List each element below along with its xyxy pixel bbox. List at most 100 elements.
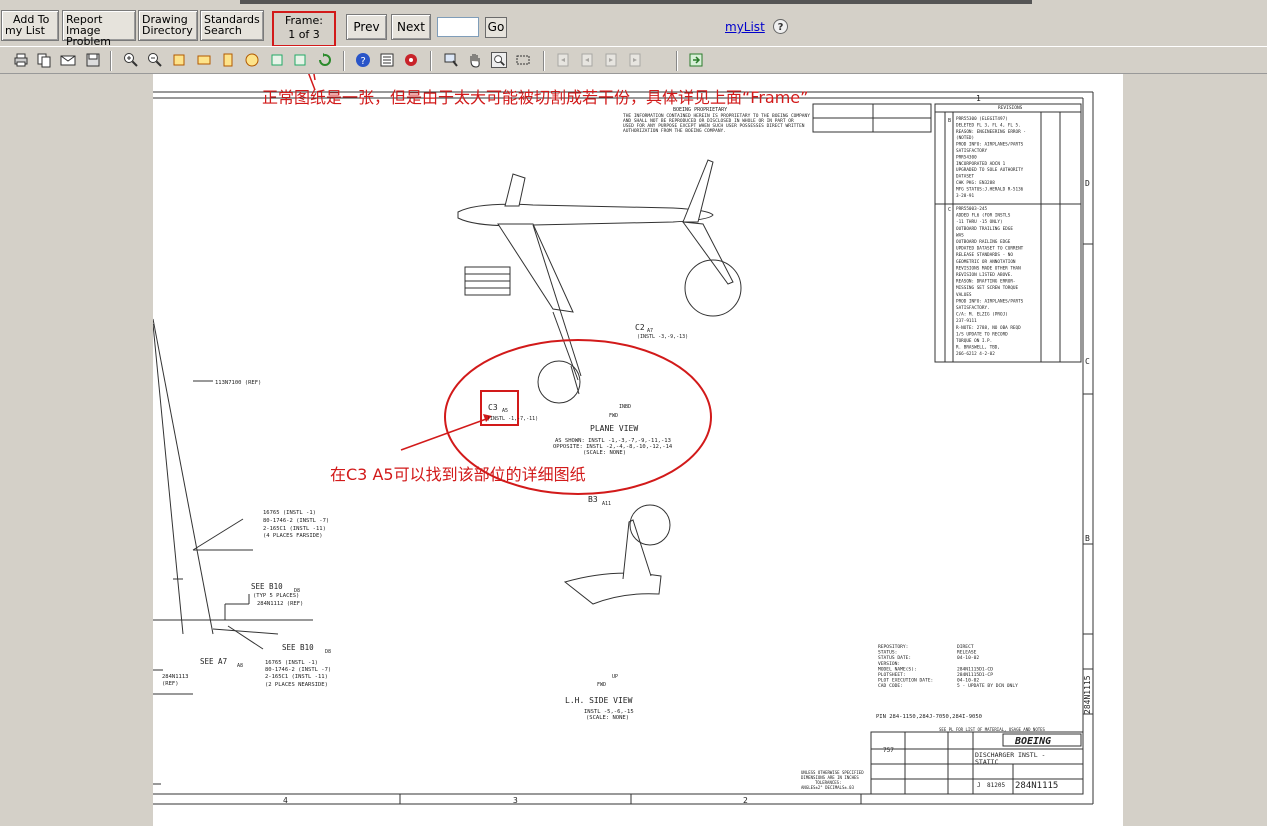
- mylist-link[interactable]: myList: [725, 20, 765, 34]
- see-a7: SEE A7: [200, 657, 227, 666]
- info-icon[interactable]: ?: [355, 52, 371, 68]
- revision-b-line: PRR54300: [956, 154, 977, 160]
- last-page-icon[interactable]: [627, 52, 643, 68]
- standards-search-button[interactable]: Standards Search: [200, 10, 264, 41]
- revision-c-line: C/A: M. ELZIG (PROJ): [956, 312, 1008, 318]
- report-image-line1: Report Image: [66, 13, 103, 37]
- zoom-window-icon[interactable]: [443, 52, 459, 68]
- zone-label: D: [1085, 179, 1090, 188]
- ref-113: 113N7100 (REF): [215, 380, 261, 386]
- next-button[interactable]: Next: [391, 14, 431, 40]
- revision-c-line: ADDED FL6 (FOR INSTLS: [956, 213, 1011, 219]
- rotate-left-icon[interactable]: [269, 52, 285, 68]
- repository-label: REPOSITORY:: [878, 644, 908, 650]
- repository-label: VERSION:: [878, 661, 900, 667]
- drawing-title: STATIC: [975, 758, 999, 766]
- revision-c-line: RELEASE STANDARDS - NO: [956, 252, 1013, 258]
- ref-284: 284N1112 (REF): [257, 601, 303, 607]
- revision-b-line: PRR55300 (ELEGIT497): [956, 116, 1008, 122]
- see-b10-2: SEE B10: [282, 643, 314, 652]
- cage-code: 81205: [987, 782, 1005, 789]
- copy-icon[interactable]: [36, 52, 52, 68]
- fit-width-icon[interactable]: [196, 52, 212, 68]
- frame-label: Frame:: [285, 14, 323, 27]
- zoom-select-icon[interactable]: [491, 52, 507, 68]
- drawing-directory-line2: Directory: [142, 24, 193, 37]
- zone-label: 3: [513, 796, 518, 805]
- first-page-icon[interactable]: [555, 52, 571, 68]
- email-icon[interactable]: [60, 52, 76, 68]
- revision-b-line: DELETED FL 3, FL 4, FL 5.: [956, 122, 1021, 128]
- settings-icon[interactable]: [403, 52, 419, 68]
- revision-c-line: MISSING SET SCREW TORQUE: [956, 285, 1018, 291]
- parts-far: 2-165C1 (INSTL -11): [263, 526, 326, 532]
- actual-size-icon[interactable]: [244, 52, 260, 68]
- add-to-list-line2: my List: [5, 24, 45, 37]
- frame-explanation-note: 正常图纸是一张，但是由于太大可能被切割成若干份，具体详见上面“Frame”: [262, 88, 809, 107]
- c3-ref-sub: A5: [502, 408, 508, 414]
- prev-page-icon[interactable]: [579, 52, 595, 68]
- proprietary-line: AUTHORIZATION FROM THE BOEING COMPANY.: [623, 128, 726, 134]
- left-panel: [0, 74, 153, 826]
- see-parts-list: SEE PL FOR LIST OF MATERIAL, USAGE AND N…: [939, 727, 1046, 732]
- zoom-in-icon[interactable]: [123, 52, 139, 68]
- viewer-toolbar: ?: [0, 46, 1267, 74]
- c3-explanation-note: 在C3 A5可以找到该部位的详细图纸: [330, 465, 586, 484]
- revision-c-line: UPDATED DATASET TO CURRENT: [956, 246, 1024, 252]
- boeing-logo: BOEING: [1014, 736, 1051, 747]
- repository-value: 284N1115D1-CP: [957, 672, 993, 678]
- pan-hand-icon[interactable]: [467, 52, 483, 68]
- revision-b-line: CHK PKG: EN3288: [956, 180, 995, 186]
- print-icon[interactable]: [13, 52, 29, 68]
- revision-b-line: (NOTED): [956, 135, 974, 141]
- side-drawing-number: 284N1115: [1083, 675, 1092, 714]
- select-rect-icon[interactable]: [515, 52, 531, 68]
- revision-c-line: OUTBOARD RAILING EDGE: [956, 239, 1011, 245]
- repository-label: PLOT EXECUTION DATE:: [878, 678, 933, 684]
- revision-b-line: INCORPORATED ADCN 1: [956, 161, 1006, 167]
- toolbar-separator: [430, 51, 432, 71]
- up-label: UP: [612, 674, 618, 680]
- revision-c-line: REASON: DRAFTING ERROR-: [956, 279, 1016, 285]
- fwd-label: FWD: [609, 413, 618, 419]
- revision-c-line: R-NOTE: 2788, NO OBA REQD: [956, 325, 1021, 331]
- zoom-out-icon[interactable]: [147, 52, 163, 68]
- zone-label: 1: [976, 94, 981, 103]
- parts-near: 2-165C1 (INSTL -11): [265, 674, 328, 680]
- save-icon[interactable]: [85, 52, 101, 68]
- plane-view-title: PLANE VIEW: [590, 424, 638, 433]
- go-button[interactable]: Go: [485, 17, 507, 38]
- next-page-icon[interactable]: [603, 52, 619, 68]
- repository-value: 04-10-02: [957, 678, 979, 684]
- ref-2841113: 284N1113: [162, 674, 189, 680]
- repository-label: STATUS:: [878, 650, 897, 656]
- top-toolbar: Add To my List Report Image Problem Draw…: [0, 4, 1267, 47]
- revision-b-line: REASON: ENGINEERING ERROR -: [956, 129, 1026, 135]
- zone-label: B: [1085, 534, 1090, 543]
- zone-label: 4: [283, 796, 288, 805]
- rotate-right-icon[interactable]: [292, 52, 308, 68]
- refresh-icon[interactable]: [317, 52, 333, 68]
- revisions-title: REVISIONS: [998, 105, 1023, 111]
- parts-near: (2 PLACES NEARSIDE): [265, 682, 328, 688]
- fit-page-icon[interactable]: [171, 52, 187, 68]
- add-to-list-button[interactable]: Add To my List: [1, 10, 59, 41]
- fit-height-icon[interactable]: [220, 52, 236, 68]
- frame-value: 1 of 3: [288, 28, 320, 41]
- repository-value: 5 - UPDATE BY DCN ONLY: [957, 683, 1018, 689]
- report-image-problem-button[interactable]: Report Image Problem: [62, 10, 136, 47]
- prev-button[interactable]: Prev: [346, 14, 387, 40]
- drawing-directory-button[interactable]: Drawing Directory: [138, 10, 198, 41]
- revision-c-line: GEOMETRIC OR ANNOTATION: [956, 259, 1016, 265]
- drawing-viewer[interactable]: 1 D C B 4 3 2 BOEING PROPRIETARY THE INF…: [153, 74, 1123, 826]
- frame-number-input[interactable]: [437, 17, 479, 37]
- repository-value: 284N1115D1-CD: [957, 666, 993, 672]
- revision-c-line: 266-6212 4-2-02: [956, 351, 995, 357]
- side-view-scale: (SCALE: NONE): [586, 715, 629, 721]
- standards-search-line2: Search: [204, 24, 242, 37]
- export-icon[interactable]: [688, 52, 704, 68]
- model-number: 757: [883, 747, 894, 754]
- toolbar-separator: [110, 51, 112, 71]
- help-icon[interactable]: ?: [773, 19, 788, 34]
- list-icon[interactable]: [379, 52, 395, 68]
